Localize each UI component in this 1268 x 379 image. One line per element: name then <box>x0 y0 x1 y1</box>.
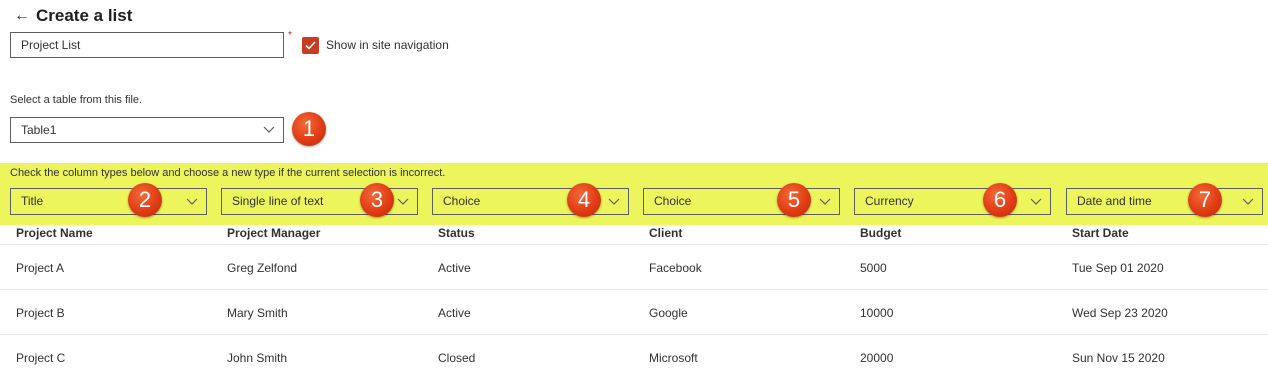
row-divider <box>0 289 1268 290</box>
table-select-value: Table1 <box>21 123 57 137</box>
column-header: Client <box>649 226 683 240</box>
column-type-select-5[interactable]: Currency <box>854 188 1051 215</box>
site-navigation-checkbox[interactable] <box>302 37 319 54</box>
chevron-down-icon <box>263 118 275 142</box>
table-cell: Sun Nov 15 2020 <box>1072 351 1165 365</box>
column-type-value: Single line of text <box>232 194 324 208</box>
chevron-down-icon <box>1242 189 1254 214</box>
column-type-value: Title <box>21 194 44 208</box>
callout-badge-1: 1 <box>292 112 326 146</box>
table-cell: Microsoft <box>649 351 698 365</box>
table-cell: Active <box>438 261 471 275</box>
table-cell: Active <box>438 306 471 320</box>
table-cell: Facebook <box>649 261 702 275</box>
column-type-value: Choice <box>443 194 481 208</box>
column-header: Budget <box>860 226 902 240</box>
column-type-select-1[interactable]: Title <box>10 188 207 215</box>
chevron-down-icon <box>397 189 409 214</box>
required-mark: * <box>288 30 292 41</box>
chevron-down-icon <box>186 189 198 214</box>
chevron-down-icon <box>819 189 831 214</box>
table-cell: Mary Smith <box>227 306 288 320</box>
arrow-left-icon[interactable]: ← <box>14 8 30 24</box>
chevron-down-icon <box>1030 189 1042 214</box>
row-divider <box>0 334 1268 335</box>
callout-badge-7: 7 <box>1188 183 1222 217</box>
table-cell: Project A <box>16 261 65 275</box>
table-cell: 5000 <box>860 261 887 275</box>
table-cell: 20000 <box>860 351 894 365</box>
table-cell: Google <box>649 306 688 320</box>
row-divider <box>0 244 1268 245</box>
table-cell: Greg Zelfond <box>227 261 298 275</box>
table-cell: 10000 <box>860 306 894 320</box>
column-header: Project Name <box>16 226 93 240</box>
table-cell: Wed Sep 23 2020 <box>1072 306 1168 320</box>
column-type-value: Date and time <box>1077 194 1152 208</box>
column-type-select-6[interactable]: Date and time <box>1066 188 1263 215</box>
table-cell: Project C <box>16 351 66 365</box>
table-select-label: Select a table from this file. <box>10 94 143 106</box>
table-cell: John Smith <box>227 351 288 365</box>
column-types-instruction: Check the column types below and choose … <box>10 167 446 179</box>
column-header: Project Manager <box>227 226 321 240</box>
column-type-value: Currency <box>865 194 914 208</box>
column-header: Start Date <box>1072 226 1129 240</box>
checkmark-icon <box>305 41 316 50</box>
page-title: Create a list <box>36 6 133 25</box>
table-cell: Closed <box>438 351 476 365</box>
callout-badge-2: 2 <box>128 183 162 217</box>
column-header: Status <box>438 226 475 240</box>
callout-badge-6: 6 <box>983 183 1017 217</box>
chevron-down-icon <box>608 189 620 214</box>
page-header: ← Create a list <box>14 4 132 28</box>
list-name-input[interactable]: Project List <box>10 32 284 58</box>
table-cell: Project B <box>16 306 65 320</box>
table-cell: Tue Sep 01 2020 <box>1072 261 1164 275</box>
callout-badge-4: 4 <box>567 183 601 217</box>
column-type-value: Choice <box>654 194 692 208</box>
table-select-dropdown[interactable]: Table1 <box>10 117 284 143</box>
callout-badge-5: 5 <box>777 183 811 217</box>
site-navigation-label: Show in site navigation <box>326 38 449 52</box>
callout-badge-3: 3 <box>360 183 394 217</box>
